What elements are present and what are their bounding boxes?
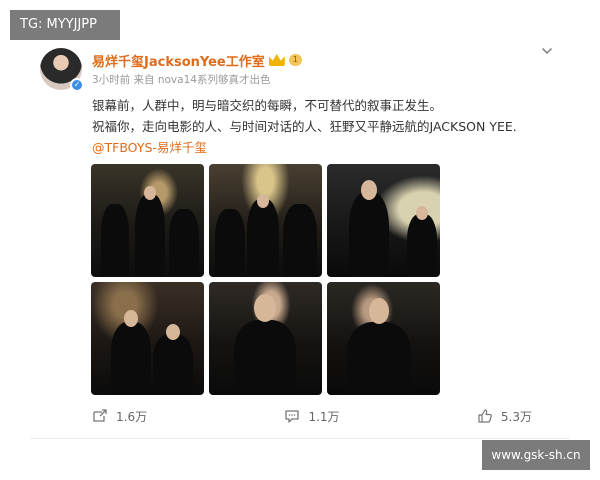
action-bar: 1.6万 1.1万 5.3万 bbox=[92, 404, 532, 428]
weibo-post-card: ✓ 易烊千玺JacksonYee工作室 1 3小时前 来自 nova14系列够真… bbox=[30, 40, 570, 440]
divider bbox=[30, 438, 570, 439]
comment-count: 1.1万 bbox=[308, 409, 340, 424]
verified-icon: ✓ bbox=[70, 78, 84, 92]
repost-button[interactable]: 1.6万 bbox=[92, 404, 239, 428]
comment-icon bbox=[285, 410, 300, 423]
photo-1[interactable] bbox=[91, 164, 204, 277]
photo-6[interactable] bbox=[327, 282, 440, 395]
thumbs-up-icon bbox=[478, 409, 492, 423]
repost-icon bbox=[93, 409, 107, 422]
like-button[interactable]: 5.3万 bbox=[385, 404, 532, 428]
comment-button[interactable]: 1.1万 bbox=[239, 404, 386, 428]
content-line-2: 祝福你，走向电影的人、与时间对话的人、狂野又平静远航的JACKSON YEE. bbox=[92, 119, 517, 134]
level-badge: 1 bbox=[288, 54, 302, 66]
author-name[interactable]: 易烊千玺JacksonYee工作室 bbox=[92, 51, 265, 70]
author-row: 易烊千玺JacksonYee工作室 1 bbox=[92, 50, 302, 70]
chevron-down-icon[interactable] bbox=[540, 44, 554, 58]
photo-4[interactable] bbox=[91, 282, 204, 395]
content-line-1: 银幕前，人群中，明与暗交织的每瞬，不可替代的叙事正发生。 bbox=[92, 98, 443, 113]
crown-icon bbox=[268, 54, 285, 66]
watermark-bottom-right: www.gsk-sh.cn bbox=[482, 440, 590, 470]
watermark-top-left: TG: MYYJJPP bbox=[10, 10, 120, 40]
post-content: 银幕前，人群中，明与暗交织的每瞬，不可替代的叙事正发生。 祝福你，走向电影的人、… bbox=[92, 95, 562, 158]
mention-link[interactable]: @TFBOYS-易烊千玺 bbox=[92, 137, 562, 158]
photo-5[interactable] bbox=[209, 282, 322, 395]
photo-2[interactable] bbox=[209, 164, 322, 277]
post-meta: 3小时前 来自 nova14系列够真才出色 bbox=[92, 74, 271, 86]
image-grid bbox=[91, 164, 440, 395]
repost-count: 1.6万 bbox=[116, 409, 148, 424]
photo-3[interactable] bbox=[327, 164, 440, 277]
like-count: 5.3万 bbox=[500, 409, 533, 424]
